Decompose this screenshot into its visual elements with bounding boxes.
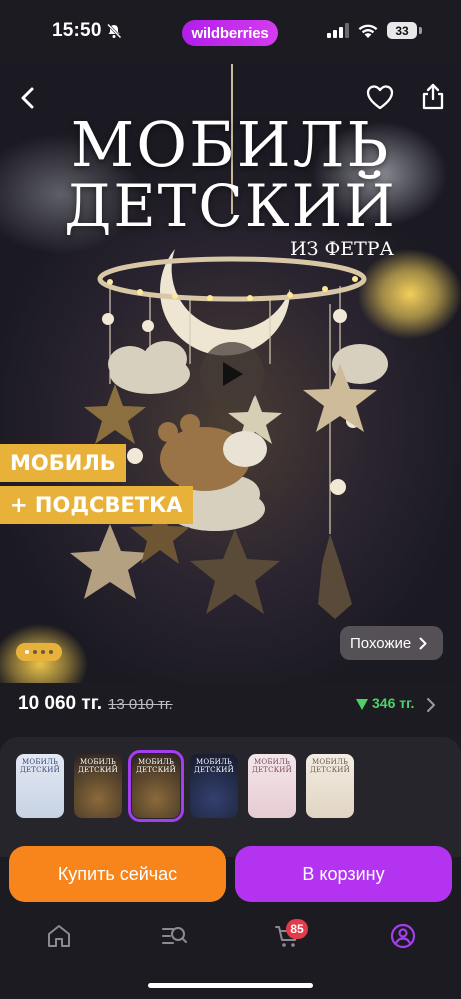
battery-indicator: 33 [387,22,417,39]
catalog-search-icon[interactable] [161,923,187,949]
similar-products-button[interactable]: Похожие [340,626,443,660]
cart-count-badge: 85 [286,919,308,939]
play-video-button[interactable] [200,342,264,406]
promo-badge-mobile: МОБИЛЬ [0,444,126,482]
variant-thumbnail-selected[interactable]: МОБИЛЬ ДЕТСКИЙ [128,750,184,822]
hero-subtitle: ИЗ ФЕТРА [290,238,394,260]
play-icon [223,362,243,386]
chevron-right-icon [427,698,435,712]
discount-amount: 346 тг. [372,695,415,711]
thumbnail-title: МОБИЛЬ ДЕТСКИЙ [252,758,292,774]
current-price: 10 060 тг. [18,693,102,714]
hero-title-line1: МОБИЛЬ [70,108,391,181]
price-down-icon [356,699,368,710]
status-time: 15:50 [52,20,102,41]
heart-icon[interactable] [366,84,394,110]
pager-dot [33,650,37,654]
thumbnail-title: МОБИЛЬ ДЕТСКИЙ [194,758,234,774]
add-to-cart-button[interactable]: В корзину [235,846,452,902]
pager-dot [49,650,53,654]
variant-panel: МОБИЛЬ ДЕТСКИЙ МОБИЛЬ ДЕТСКИЙ МОБИЛЬ ДЕТ… [0,737,461,857]
thumbnail-title: МОБИЛЬ ДЕТСКИЙ [20,758,60,774]
variant-thumbnail[interactable]: МОБИЛЬ ДЕТСКИЙ [190,754,238,818]
price-bar[interactable]: 10 060 тг. 13 010 тг. 346 тг. [0,683,461,729]
thumbnail-title: МОБИЛЬ ДЕТСКИЙ [78,758,118,774]
similar-label: Похожие [350,634,412,652]
thumbnail-title: МОБИЛЬ ДЕТСКИЙ [310,758,350,774]
gallery-pager [16,643,62,661]
battery-tip [419,27,422,34]
thumbnail-title: МОБИЛЬ ДЕТСКИЙ [136,758,176,774]
home-indicator [148,983,313,988]
brand-logo: wildberries [182,20,278,46]
cellular-signal-icon [327,23,349,38]
chevron-right-icon [419,637,427,649]
share-icon[interactable] [420,82,446,110]
muted-bell-icon [107,23,122,39]
promo-badge-backlight: + ПОДСВЕТКА [0,486,193,524]
variant-thumbnail[interactable]: МОБИЛЬ ДЕТСКИЙ [248,754,296,818]
variant-thumbnail[interactable]: МОБИЛЬ ДЕТСКИЙ [306,754,354,818]
status-bar: 15:50 wildberries 33 [0,0,461,64]
wifi-icon [358,24,378,38]
home-icon[interactable] [46,923,72,949]
old-price: 13 010 тг. [108,696,173,713]
variant-thumbnails: МОБИЛЬ ДЕТСКИЙ МОБИЛЬ ДЕТСКИЙ МОБИЛЬ ДЕТ… [16,750,354,822]
pager-dot [41,650,45,654]
back-arrow-icon[interactable] [14,84,42,112]
product-image-gallery[interactable]: МОБИЛЬ ДЕТСКИЙ ИЗ ФЕТРА МОБИЛЬ + ПОДСВЕТ… [0,64,461,686]
variant-thumbnail[interactable]: МОБИЛЬ ДЕТСКИЙ [16,754,64,818]
pager-dot-active [25,650,29,654]
variant-thumbnail[interactable]: МОБИЛЬ ДЕТСКИЙ [74,754,122,818]
buy-now-button[interactable]: Купить сейчас [9,846,226,902]
profile-icon[interactable] [390,923,416,949]
hero-title-line2: ДЕТСКИЙ [64,172,397,240]
